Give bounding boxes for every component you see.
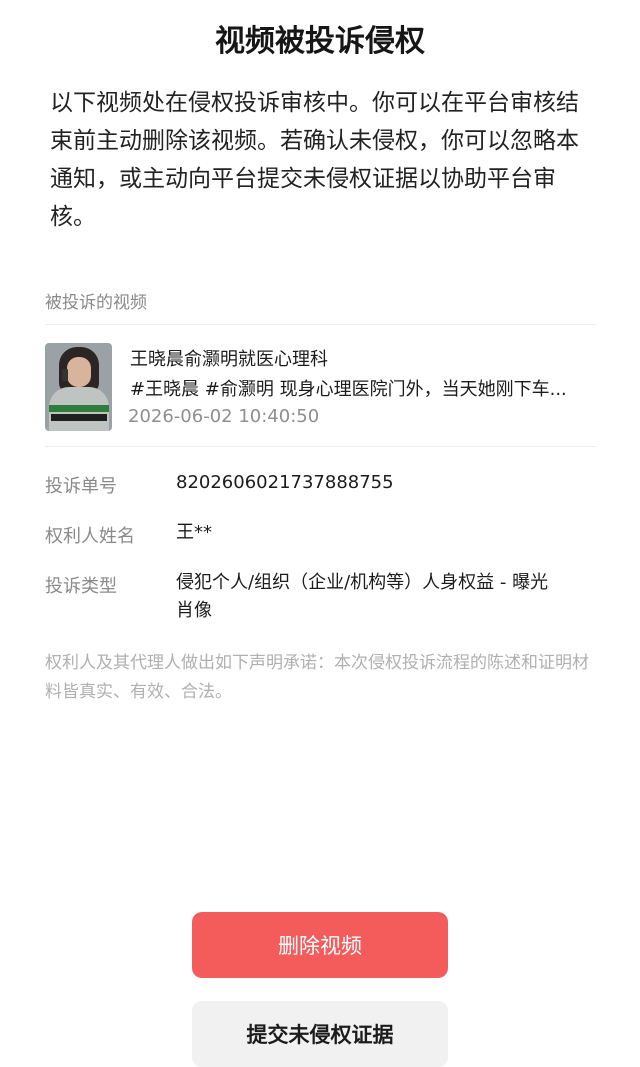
thumbnail-phone [62,369,68,381]
intro-text: 以下视频处在侵权投诉审核中。你可以在平台审核结束前主动删除该视频。若确认未侵权，… [50,90,579,230]
complaint-type-value: 侵犯个人/组织（企业/机构等）人身权益 - 曝光肖像 [176,572,549,621]
video-thumbnail[interactable] [45,343,112,431]
divider [45,324,596,325]
submit-evidence-button[interactable]: 提交未侵权证据 [192,1001,448,1067]
complaint-type-label: 投诉类型 [45,576,117,597]
declaration-text: 权利人及其代理人做出如下声明承诺：本次侵权投诉流程的陈述和证明材料皆真实、有效、… [45,653,589,702]
rights-holder-value: 王** [176,522,212,543]
video-timestamp: 2026-06-02 10:40:50 [128,406,320,427]
video-title[interactable]: 王晓晨俞灏明就医心理科 [130,345,328,371]
page-title: 视频被投诉侵权 [215,24,425,59]
thumbnail-face [67,357,91,387]
section-label-video: 被投诉的视频 [45,293,147,313]
divider [45,446,596,447]
thumbnail-caption-bar [51,414,107,421]
delete-video-button[interactable]: 删除视频 [192,912,448,978]
video-tags: #王晓晨 #俞灏明 现身心理医院门外，当天她刚下车... [130,379,567,400]
thumbnail-caption-bar [49,405,109,412]
complaint-id-label: 投诉单号 [45,476,117,497]
rights-holder-label: 权利人姓名 [45,526,135,547]
complaint-id-value: 8202606021737888755 [176,472,394,493]
